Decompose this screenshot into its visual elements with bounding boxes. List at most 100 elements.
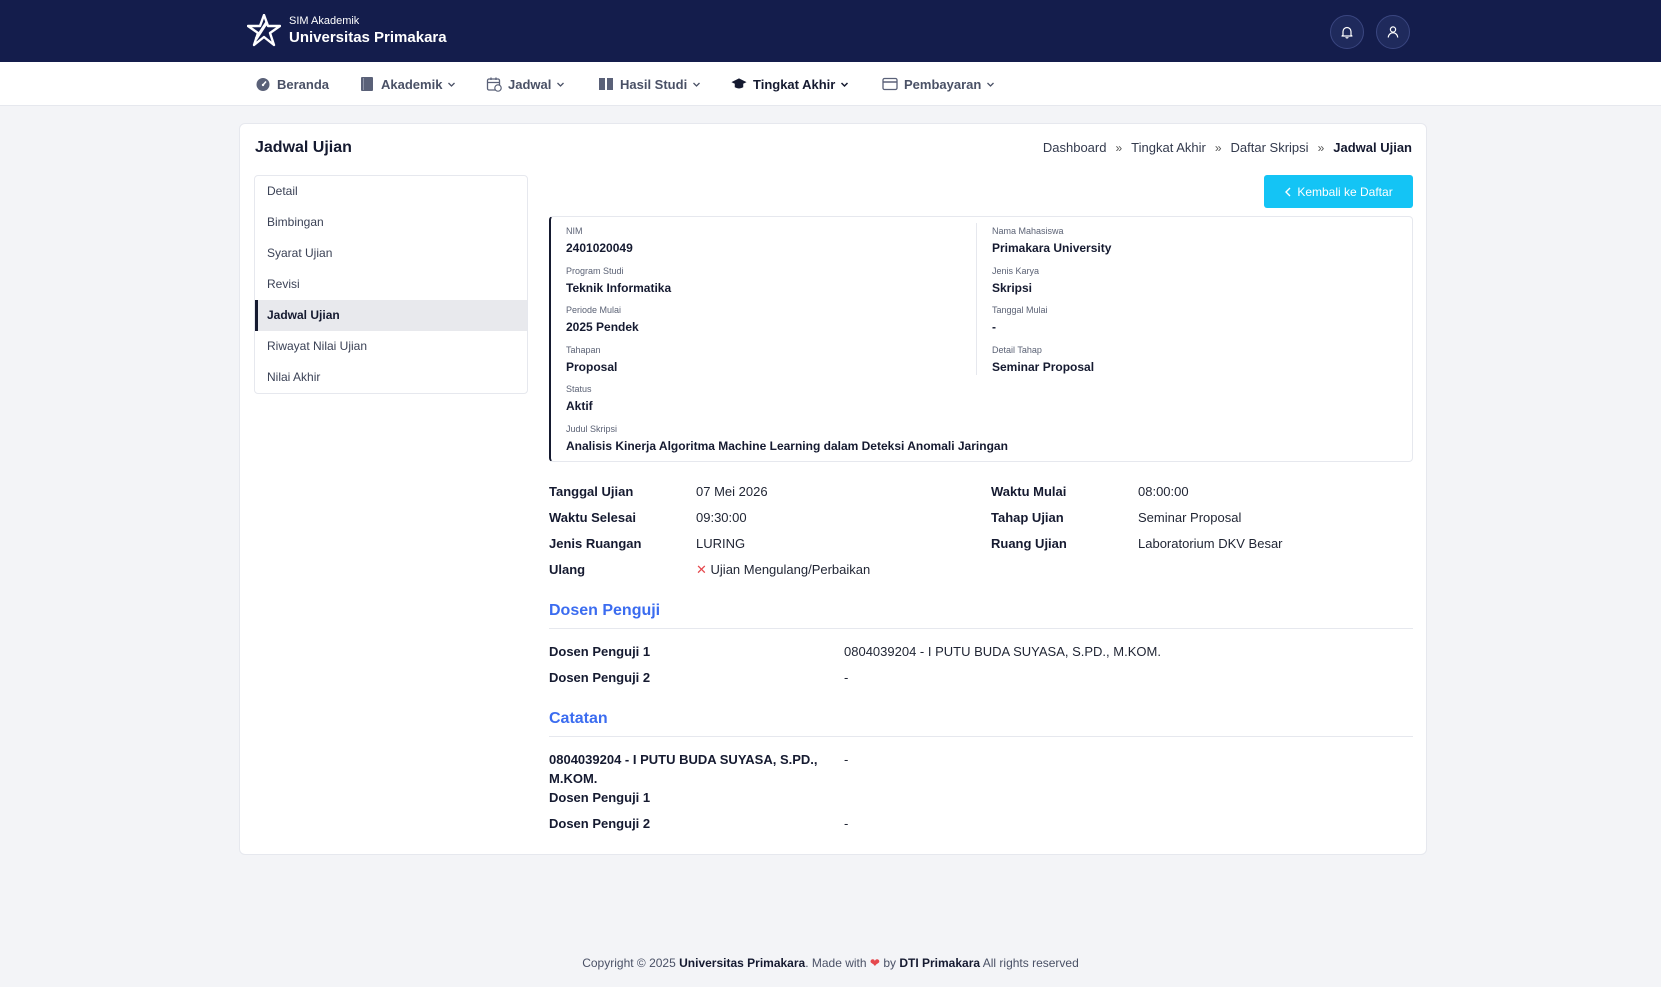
breadcrumb-separator-icon: »: [1115, 140, 1123, 155]
exam-details: Tanggal Ujian 07 Mei 2026 Waktu Mulai 08…: [549, 484, 1413, 584]
field-jenis-karya: Jenis Karya Skripsi: [992, 265, 1039, 296]
heart-icon: ❤: [869, 956, 880, 970]
field-value: Proposal: [566, 360, 618, 374]
breadcrumb-dashboard[interactable]: Dashboard: [1043, 140, 1107, 155]
user-icon: [1387, 26, 1399, 38]
dashboard-icon: [255, 76, 271, 92]
brand[interactable]: SIM Akademik Universitas Primakara: [247, 14, 447, 48]
catatan-name: M.KOM.: [549, 771, 598, 786]
field-nim: NIM 2401020049: [566, 225, 633, 256]
nav-label: Tingkat Akhir: [753, 76, 836, 92]
exam-label: Jenis Ruangan: [549, 536, 642, 551]
nav-jadwal[interactable]: Jadwal: [486, 62, 565, 106]
field-label: Nama Mahasiswa: [992, 226, 1064, 236]
chevron-down-icon: [986, 80, 995, 89]
breadcrumb: Dashboard » Tingkat Akhir » Daftar Skrip…: [1043, 140, 1412, 155]
side-item-revisi[interactable]: Revisi: [255, 269, 527, 300]
nav-label: Pembayaran: [904, 76, 982, 92]
back-button-label: Kembali ke Daftar: [1297, 184, 1393, 199]
nav-beranda[interactable]: Beranda: [255, 62, 329, 106]
student-info-panel: NIM 2401020049 Nama Mahasiswa Primakara …: [549, 216, 1413, 462]
footer-rights: All rights reserved: [982, 956, 1079, 970]
nav-label: Jadwal: [508, 76, 552, 92]
field-label: Tanggal Mulai: [992, 305, 1048, 315]
field-value: -: [992, 320, 996, 334]
field-value: Seminar Proposal: [992, 360, 1095, 374]
field-label: NIM: [566, 226, 583, 236]
footer: Copyright © 2025 Universitas Primakara. …: [0, 956, 1661, 970]
field-status: Status Aktif: [566, 383, 593, 414]
exam-value: Laboratorium DKV Besar: [1138, 536, 1283, 551]
breadcrumb-daftar-skripsi[interactable]: Daftar Skripsi: [1231, 140, 1309, 155]
side-item-riwayat-nilai-ujian[interactable]: Riwayat Nilai Ujian: [255, 331, 527, 362]
catatan-value: -: [844, 752, 849, 767]
notebook-icon: [598, 76, 614, 92]
page-title: Jadwal Ujian: [255, 139, 352, 156]
notification-button[interactable]: [1330, 15, 1364, 49]
row-label: Dosen Penguji 2: [549, 670, 651, 685]
row-value: -: [844, 670, 849, 685]
nav-label: Hasil Studi: [620, 76, 688, 92]
exam-value: Seminar Proposal: [1138, 510, 1242, 525]
section-divider: [549, 736, 1413, 737]
footer-copyright: Copyright © 2025: [582, 956, 676, 970]
exam-value: 08:00:00: [1138, 484, 1189, 499]
profile-button[interactable]: [1376, 15, 1410, 49]
exam-label: Tahap Ujian: [991, 510, 1064, 525]
nav-label: Beranda: [277, 76, 330, 92]
footer-by: by: [883, 956, 896, 970]
main-card: Jadwal Ujian Dashboard » Tingkat Akhir »…: [239, 123, 1427, 855]
info-divider: [976, 223, 977, 375]
chevron-down-icon: [692, 80, 701, 89]
breadcrumb-tingkat-akhir[interactable]: Tingkat Akhir: [1131, 140, 1206, 155]
catatan-name: 0804039204 - I PUTU BUDA SUYASA, S.PD.,: [549, 752, 818, 767]
side-item-jadwal-ujian[interactable]: Jadwal Ujian: [255, 300, 527, 331]
payment-card-icon: [882, 76, 898, 92]
field-value: 2025 Pendek: [566, 320, 639, 334]
main-nav: Beranda Akademik Jadwal Hasil Studi Ting…: [0, 62, 1661, 106]
cross-icon: ✕: [696, 562, 707, 577]
nav-label: Akademik: [381, 76, 443, 92]
dosen-penguji-row: Dosen Penguji 1 0804039204 - I PUTU BUDA…: [549, 644, 1413, 664]
field-periode-mulai: Periode Mulai 2025 Pendek: [566, 304, 639, 335]
chevron-down-icon: [447, 80, 456, 89]
top-bar: SIM Akademik Universitas Primakara: [0, 0, 1661, 62]
nav-pembayaran[interactable]: Pembayaran: [882, 62, 995, 106]
field-program-studi: Program Studi Teknik Informatika: [566, 265, 671, 296]
exam-value: LURING: [696, 536, 746, 551]
field-value: Skripsi: [992, 281, 1033, 295]
university-logo-icon: [247, 14, 281, 47]
field-detail-tahap: Detail Tahap Seminar Proposal: [992, 344, 1094, 375]
field-value: Teknik Informatika: [566, 281, 672, 295]
calendar-icon: [486, 76, 502, 92]
university-name: Universitas Primakara: [289, 29, 447, 46]
exam-value: 09:30:00: [696, 510, 747, 525]
ulang-value: Ujian Mengulang/Perbaikan: [710, 562, 871, 577]
side-item-bimbingan[interactable]: Bimbingan: [255, 207, 527, 238]
field-tahapan: Tahapan Proposal: [566, 344, 617, 375]
field-label: Detail Tahap: [992, 345, 1042, 355]
catatan-row: Dosen Penguji 2 -: [549, 816, 1413, 836]
field-label: Program Studi: [566, 266, 624, 276]
bell-icon: [1341, 26, 1353, 39]
exam-label: Ulang: [549, 562, 586, 577]
row-label: Dosen Penguji 1: [549, 644, 651, 659]
back-to-list-button[interactable]: Kembali ke Daftar: [1264, 175, 1413, 208]
field-nama-mahasiswa: Nama Mahasiswa Primakara University: [992, 225, 1111, 256]
footer-brand[interactable]: Universitas Primakara: [679, 956, 805, 970]
exam-value: ✕ Ujian Mengulang/Perbaikan: [696, 562, 870, 578]
field-value: Aktif: [566, 399, 593, 413]
breadcrumb-separator-icon: »: [1214, 140, 1222, 155]
chevron-left-icon: [1285, 187, 1291, 196]
graduation-cap-icon: [731, 76, 747, 92]
footer-made-with: . Made with: [805, 956, 867, 970]
side-item-nilai-akhir[interactable]: Nilai Akhir: [255, 362, 527, 393]
nav-hasil-studi[interactable]: Hasil Studi: [598, 62, 701, 106]
footer-org[interactable]: DTI Primakara: [899, 956, 980, 970]
field-value: 2401020049: [566, 241, 633, 255]
nav-akademik[interactable]: Akademik: [359, 62, 456, 106]
side-item-detail[interactable]: Detail: [255, 176, 527, 207]
field-label: Judul Skripsi: [566, 424, 618, 434]
nav-tingkat-akhir[interactable]: Tingkat Akhir: [731, 62, 849, 106]
side-item-syarat-ujian[interactable]: Syarat Ujian: [255, 238, 527, 269]
